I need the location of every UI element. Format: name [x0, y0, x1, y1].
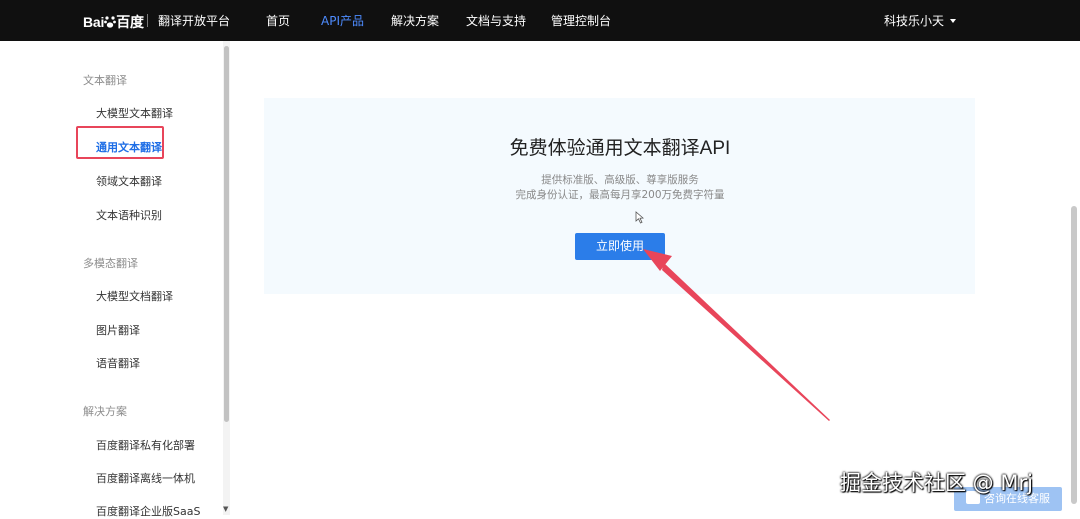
watermark: 掘金技术社区 @ Mrj	[840, 471, 1033, 495]
annotation-arrow	[643, 249, 830, 421]
page-scrollbar-thumb[interactable]	[1071, 206, 1077, 504]
